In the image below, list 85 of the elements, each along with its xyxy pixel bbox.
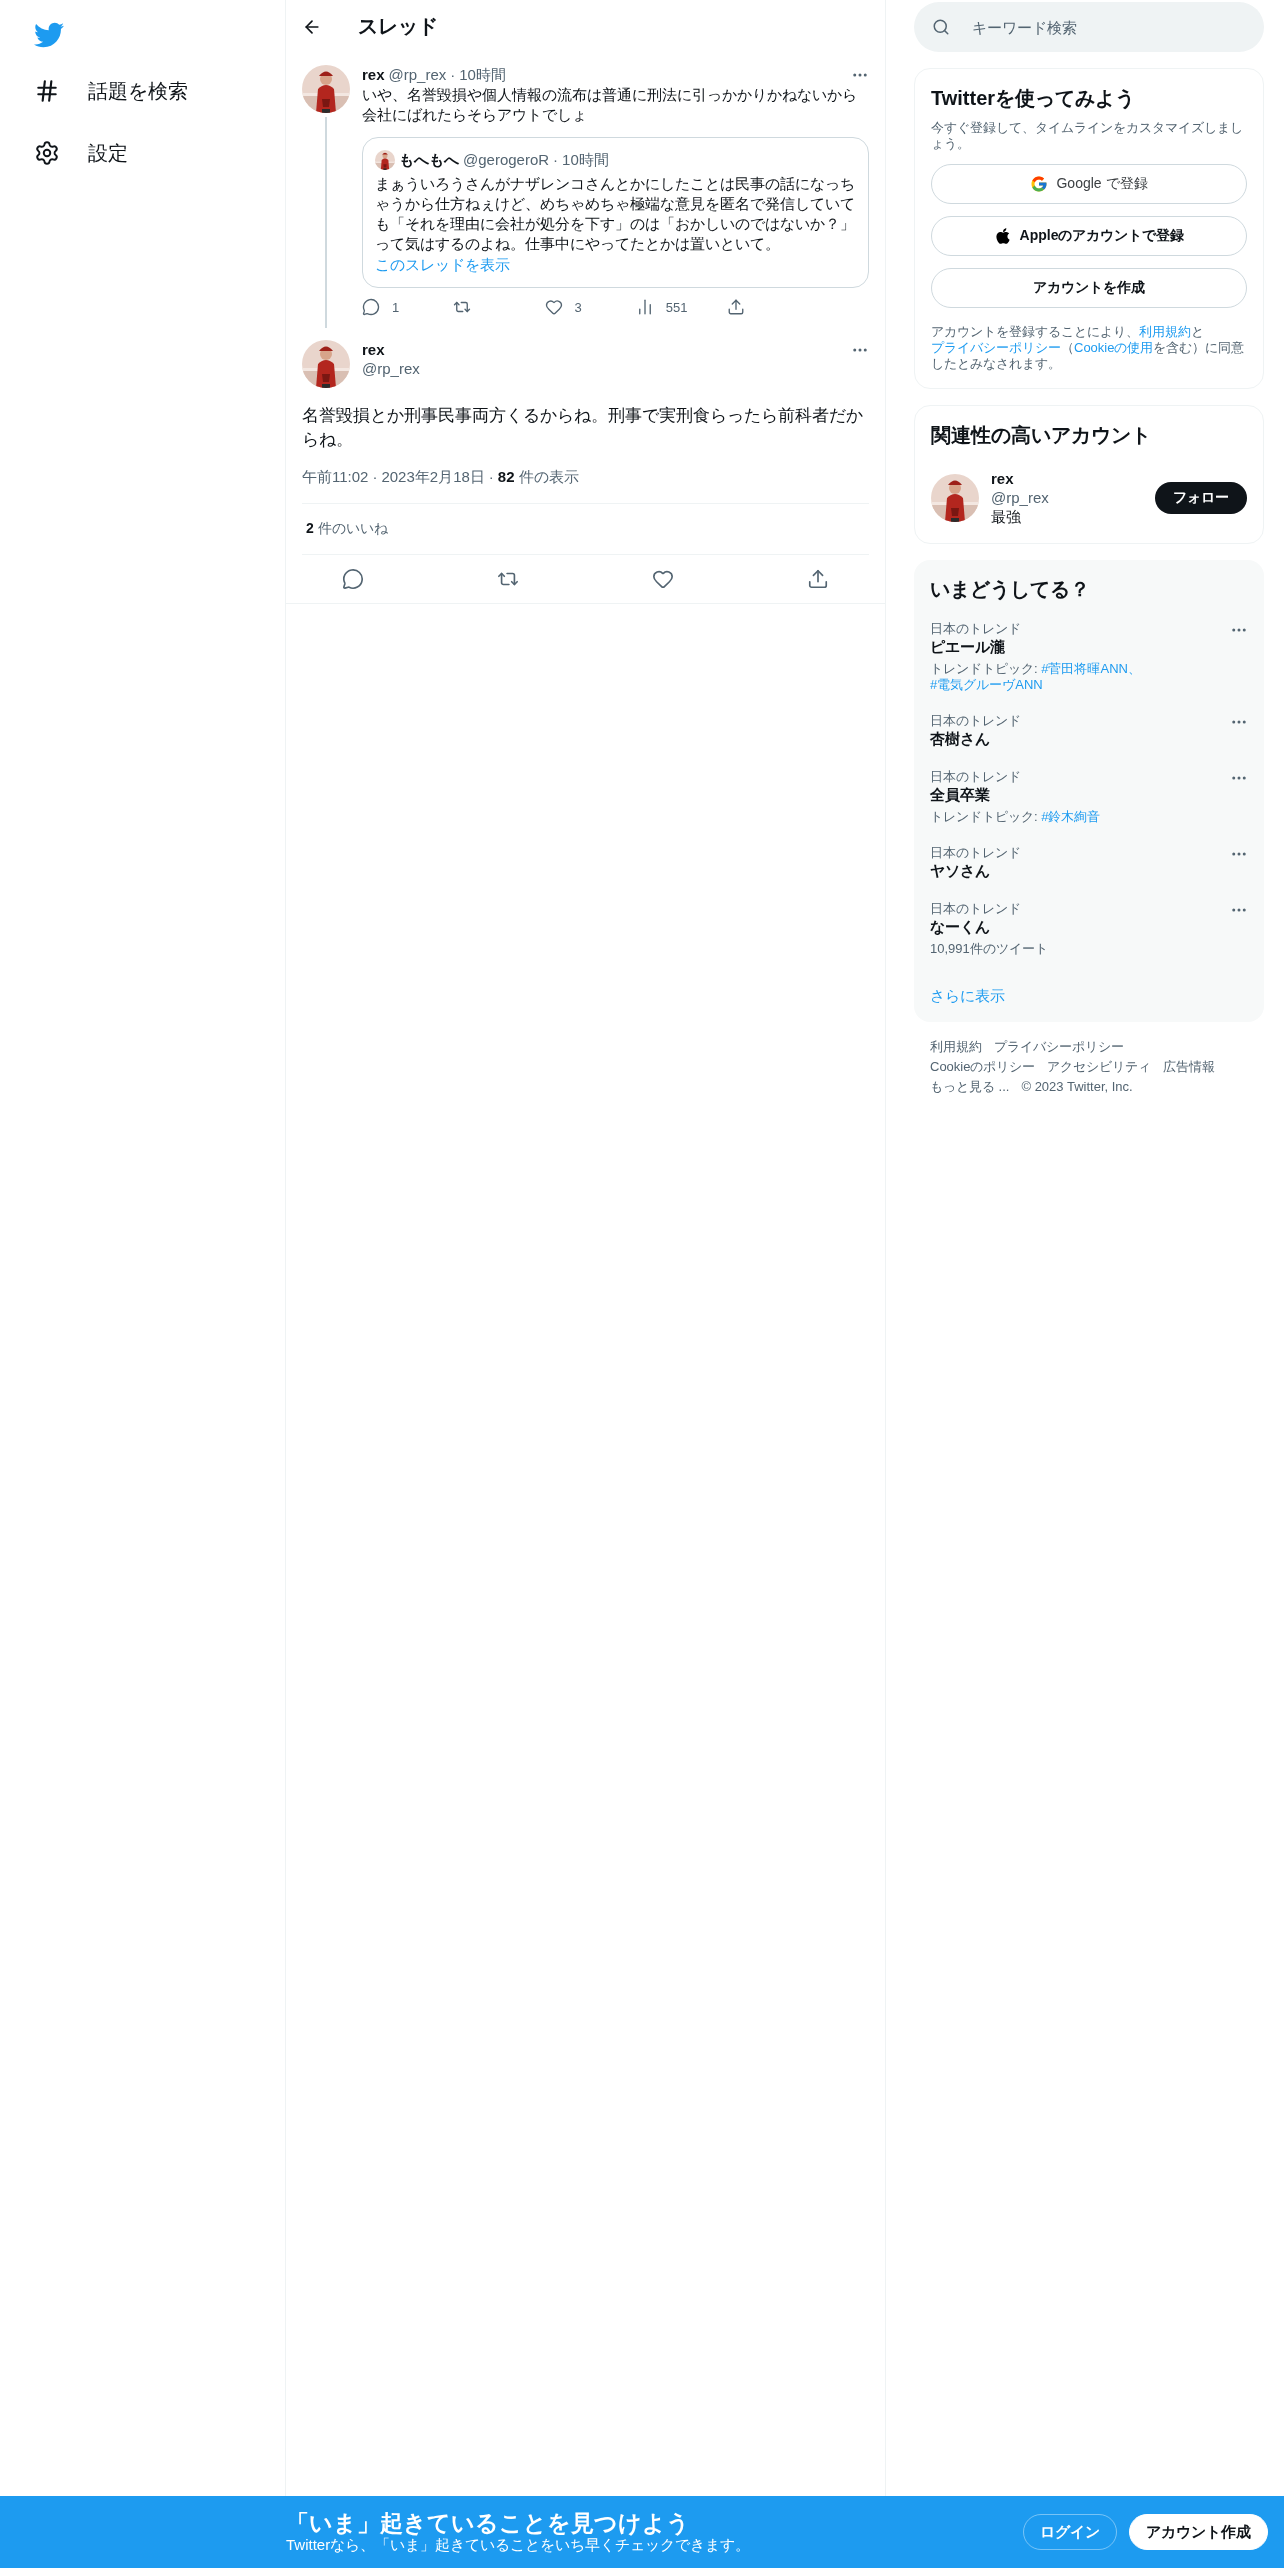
trend-name: 全員卒業 bbox=[930, 785, 991, 805]
like-button[interactable] bbox=[652, 568, 674, 590]
tweet-date: 2023年2月18日 bbox=[381, 468, 485, 487]
google-icon bbox=[1030, 175, 1049, 193]
card-title: いまどうしてる？ bbox=[930, 577, 1091, 602]
tweet-time: 午前11:02 bbox=[302, 468, 369, 487]
apple-icon bbox=[993, 227, 1012, 245]
footer-link[interactable]: © 2023 Twitter, Inc. bbox=[1021, 1078, 1133, 1096]
trend-context: 日本のトレンド bbox=[930, 713, 1022, 729]
share-icon bbox=[807, 568, 829, 590]
footer-link[interactable]: アクセシビリティ bbox=[1047, 1058, 1152, 1076]
search-bar[interactable]: キーワード検索 bbox=[914, 2, 1264, 52]
tweet-time: 10時間 bbox=[459, 65, 506, 85]
nav-item[interactable]: 設定 bbox=[34, 124, 285, 182]
like-button[interactable]: 3 bbox=[544, 298, 605, 316]
view-count: 82 bbox=[497, 468, 515, 487]
signup-button[interactable]: アカウントを作成 bbox=[931, 268, 1247, 308]
trend-name: 杏樹さん bbox=[930, 729, 991, 749]
trend-item[interactable]: 日本のトレンド ピエール瀧 トレンドトピック: #菅田将暉ANN、 #電気グルーヴANN bbox=[930, 611, 1248, 703]
legal-notice: アカウントを登録することにより、利用規約 と プライバシーポリシー（Cookieの使用を含む）に同意したとみなされます。 bbox=[931, 324, 1246, 372]
heart-icon bbox=[652, 568, 674, 590]
trend-item[interactable]: 日本のトレンド ヤソさん bbox=[930, 835, 1248, 891]
reply-button[interactable] bbox=[342, 568, 364, 590]
author-name: もへもへ bbox=[399, 150, 459, 170]
author-name: rex bbox=[362, 65, 385, 85]
reply-icon bbox=[342, 568, 364, 590]
card-title: Twitterを使ってみよう bbox=[931, 86, 1137, 111]
author-name: rex bbox=[362, 340, 385, 360]
trend-item[interactable]: 日本のトレンド 全員卒業 トレンドトピック: #鈴木絢音 bbox=[930, 759, 1248, 835]
trend-name: ピエール瀧 bbox=[930, 637, 1006, 657]
footer-link[interactable]: Cookieのポリシー bbox=[930, 1058, 1036, 1076]
tweet-text: まぁういろうさんがナザレンコさんとかにしたことは民事の話になっちゃうから仕方ねぇけど、めちゃめちゃ極端な意見を匿名で発信していても「それを理由に会社が処分を下す」のは「おかしいのではないか？」って気はするのよね。仕事中にやってたとかは置いといて。 bbox=[375, 174, 856, 254]
bird-logo-icon[interactable] bbox=[34, 20, 64, 50]
author-handle: @rp_rex bbox=[388, 65, 447, 85]
views-button[interactable]: 551 bbox=[635, 298, 696, 316]
trend-item[interactable]: 日本のトレンド 杏樹さん bbox=[930, 703, 1248, 759]
footer-link[interactable]: もっと見る ... bbox=[930, 1078, 1010, 1096]
footer-link[interactable]: プライバシーポリシー bbox=[994, 1038, 1124, 1056]
search-field[interactable]: キーワード検索 bbox=[970, 17, 1246, 37]
tweet-count: 10,991件のツイート bbox=[930, 941, 1049, 957]
footer-link[interactable]: 広告情報 bbox=[1163, 1058, 1216, 1076]
tweet-text: 名誉毀損とか刑事民事両方くるからね。刑事で実刑食らったら前科者だからね。 bbox=[302, 405, 864, 451]
separator-dot: · bbox=[553, 150, 559, 170]
account-name: rex bbox=[991, 469, 1015, 489]
author-handle: @rp_rex bbox=[362, 360, 420, 377]
settings-icon bbox=[34, 140, 60, 166]
topic-label: トレンドトピック: bbox=[930, 661, 1039, 676]
topic-label: トレンドトピック: bbox=[930, 809, 1039, 824]
reply-icon bbox=[362, 298, 380, 316]
footer-link[interactable]: 利用規約 bbox=[930, 1038, 982, 1056]
trend-context: 日本のトレンド bbox=[930, 901, 1022, 917]
tweet-time: 10時間 bbox=[562, 150, 609, 170]
like-label: 件のいいね bbox=[317, 520, 388, 538]
quoted-tweet[interactable]: もへもへ @gerogeroR · 10時間 まぁういろうさんがナザレンコさんとかにしたことは民事の話になっちゃうから仕方ねぇけど、めちゃめちゃ極端な意見を匿名で発信していても「それを理由に会社が処分を下す」のは「おかしいのではないか？」って気はするのよね。仕事中にやってたとかは置いといて。 このスレッドを表示 bbox=[362, 137, 869, 288]
card-subtitle: 今すぐ登録して、タイムラインをカスタマイズしましょう。 bbox=[931, 120, 1244, 152]
trend-name: なーくん bbox=[930, 917, 991, 937]
signup-button[interactable]: アカウント作成 bbox=[1129, 2514, 1268, 2550]
banner-title: 「いま」起きていることを見つけよう bbox=[286, 2509, 691, 2536]
search-icon bbox=[932, 18, 950, 36]
account-bio: 最強 bbox=[991, 507, 1022, 527]
author-handle: @gerogeroR bbox=[463, 150, 550, 170]
trend-name: ヤソさん bbox=[930, 861, 991, 881]
hashtag-icon bbox=[34, 78, 60, 104]
signup-button[interactable]: Appleのアカウントで登録 bbox=[931, 216, 1247, 256]
reply-button[interactable]: 1 bbox=[362, 298, 422, 316]
separator-dot: · bbox=[372, 468, 378, 487]
signup-button[interactable]: Google で登録 bbox=[931, 164, 1247, 204]
trend-item[interactable]: 日本のトレンド なーくん 10,991件のツイート bbox=[930, 891, 1248, 967]
nav-item[interactable]: 話題を検索 bbox=[34, 62, 285, 120]
page-title: スレッド bbox=[358, 14, 438, 39]
follow-button[interactable]: フォロー bbox=[1155, 482, 1247, 514]
banner-subtitle: Twitterなら、「いま」起きていることをいち早くチェックできます。 bbox=[286, 2535, 752, 2555]
trend-context: 日本のトレンド bbox=[930, 621, 1022, 637]
separator-dot: · bbox=[488, 468, 494, 487]
share-icon bbox=[727, 298, 745, 316]
trend-context: 日本のトレンド bbox=[930, 769, 1022, 785]
like-count: 2 bbox=[306, 520, 314, 538]
share-button[interactable] bbox=[807, 568, 829, 590]
separator-dot: · bbox=[450, 65, 456, 85]
heart-icon bbox=[544, 298, 563, 316]
tweet-text: いや、名誉毀損や個人情報の流布は普通に刑法に引っかかりかねないから会社にばれたらそらアウトでしょ bbox=[362, 85, 858, 125]
trend-context: 日本のトレンド bbox=[930, 845, 1022, 861]
account-handle: @rp_rex bbox=[991, 489, 1049, 506]
card-title: 関連性の高いアカウント bbox=[931, 423, 1152, 448]
view-label: 件の表示 bbox=[518, 468, 579, 487]
